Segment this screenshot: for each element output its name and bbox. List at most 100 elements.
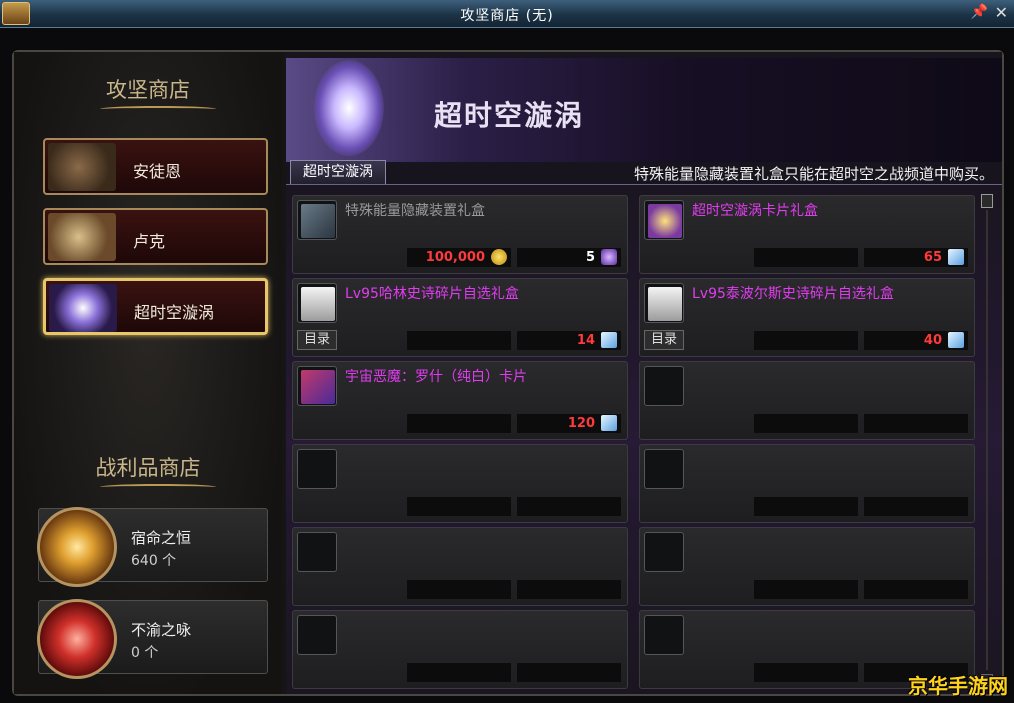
catalog-button[interactable]: 目录	[644, 330, 684, 350]
fragment-icon	[948, 249, 964, 265]
shop-item[interactable]: 特殊能量隐藏装置礼盒 100,000 5	[292, 195, 628, 274]
item-icon-slot[interactable]	[644, 449, 684, 489]
scroll-up-button[interactable]	[981, 194, 993, 208]
item-icon-slot[interactable]	[644, 366, 684, 406]
price-value: 100,000	[425, 250, 485, 265]
price-slot-2: 14	[517, 331, 621, 350]
price-slot-2: 40	[864, 331, 968, 350]
loot-count: 0 个	[131, 645, 159, 661]
shop-sidebar: 攻坚商店 安徒恩 卢克 超时空漩涡 战利品商店 宿命之恒 640 个 不渝之咏 …	[14, 52, 282, 694]
device-box-icon	[301, 204, 335, 238]
price-slot-1	[407, 331, 511, 350]
shop-button-luke[interactable]: 卢克	[43, 208, 268, 265]
price-value: 40	[923, 333, 942, 348]
item-icon-slot[interactable]	[297, 283, 337, 323]
heading-ornament	[100, 484, 216, 490]
item-icon-slot[interactable]	[644, 283, 684, 323]
price-slot-2	[864, 580, 968, 599]
price-slot-2	[517, 580, 621, 599]
price-slot-1	[407, 663, 511, 682]
close-icon[interactable]: ✕	[995, 3, 1008, 22]
item-icon-slot[interactable]	[644, 532, 684, 572]
price-slot-2	[864, 497, 968, 516]
shop-button-anton[interactable]: 安徒恩	[43, 138, 268, 195]
price-slot-2	[517, 497, 621, 516]
catalog-button[interactable]: 目录	[297, 330, 337, 350]
item-scrollbar[interactable]	[980, 194, 994, 686]
shop-item[interactable]: 宇宙恶魔：罗什（纯白）卡片 120	[292, 361, 628, 440]
site-watermark: 京华手游网	[908, 674, 1008, 698]
price-value: 65	[923, 250, 942, 265]
shop-main: 超时空漩涡 超时空漩涡 特殊能量隐藏装置礼盒只能在超时空之战频道中购买。 特殊能…	[286, 52, 1002, 694]
item-icon-slot[interactable]	[297, 366, 337, 406]
shop-item[interactable]	[639, 527, 975, 606]
price-value: 5	[585, 250, 595, 265]
shop-item[interactable]	[292, 444, 628, 523]
shop-button-label: 超时空漩涡	[134, 303, 215, 322]
fragment-icon	[948, 332, 964, 348]
anton-portrait-icon	[48, 143, 116, 191]
price-slot-1	[407, 414, 511, 433]
price-slot-2	[517, 663, 621, 682]
purchase-notice: 特殊能量隐藏装置礼盒只能在超时空之战频道中购买。	[633, 165, 994, 183]
vortex-glow-icon	[314, 60, 384, 156]
shop-item[interactable]: 目录 Lv95哈林史诗碎片自选礼盒 14	[292, 278, 628, 357]
price-slot-1	[407, 580, 511, 599]
shop-item[interactable]: 目录 Lv95泰波尔斯史诗碎片自选礼盒 40	[639, 278, 975, 357]
shop-button-time-vortex[interactable]: 超时空漩涡	[43, 278, 268, 335]
fate-medal-icon	[37, 507, 117, 587]
shop-item[interactable]	[292, 610, 628, 689]
price-slot-1	[754, 497, 858, 516]
fragment-icon	[601, 415, 617, 431]
item-name: 超时空漩涡卡片礼盒	[692, 203, 818, 219]
item-icon-slot[interactable]	[644, 615, 684, 655]
shop-button-label: 安徒恩	[133, 162, 182, 181]
shop-button-label: 卢克	[133, 232, 166, 251]
item-icon-slot[interactable]	[297, 200, 337, 240]
luke-portrait-icon	[48, 213, 116, 261]
price-slot-1	[754, 580, 858, 599]
price-slot-1	[754, 414, 858, 433]
loot-button-eternal[interactable]: 不渝之咏 0 个	[37, 599, 268, 679]
heading-ornament	[100, 106, 216, 112]
epic-box-icon	[301, 287, 335, 321]
shop-item[interactable]	[292, 527, 628, 606]
item-name: Lv95泰波尔斯史诗碎片自选礼盒	[692, 286, 894, 302]
eternal-medal-icon	[37, 599, 117, 679]
price-value: 14	[576, 333, 595, 348]
pin-icon[interactable]: 📌	[971, 4, 988, 20]
item-icon-slot[interactable]	[297, 615, 337, 655]
window-titlebar: 攻坚商店 (无) 📌 ✕	[0, 0, 1014, 28]
item-icon-slot[interactable]	[297, 532, 337, 572]
epic-box-icon	[648, 287, 682, 321]
scroll-track[interactable]	[986, 210, 988, 670]
item-name: 特殊能量隐藏装置礼盒	[345, 203, 485, 219]
shop-item[interactable]	[639, 361, 975, 440]
shop-item[interactable]: 超时空漩涡卡片礼盒 65	[639, 195, 975, 274]
tab-time-vortex[interactable]: 超时空漩涡	[290, 160, 386, 184]
loot-shop-heading: 战利品商店	[95, 456, 201, 480]
shop-banner: 超时空漩涡	[286, 58, 1002, 162]
card-box-icon	[648, 204, 682, 238]
price-value: 120	[567, 416, 595, 431]
card-icon	[301, 370, 335, 404]
price-slot-2: 120	[517, 414, 621, 433]
item-name: Lv95哈林史诗碎片自选礼盒	[345, 286, 519, 302]
fragment-icon	[601, 332, 617, 348]
raid-shop-heading: 攻坚商店	[106, 78, 190, 102]
shop-item[interactable]	[639, 444, 975, 523]
item-icon-slot[interactable]	[644, 200, 684, 240]
item-icon-slot[interactable]	[297, 449, 337, 489]
price-slot-1	[754, 248, 858, 267]
banner-title: 超时空漩涡	[434, 99, 585, 132]
loot-button-fate[interactable]: 宿命之恒 640 个	[37, 507, 268, 587]
price-slot-1	[754, 331, 858, 350]
loot-name: 不渝之咏	[131, 621, 192, 639]
price-slot-2	[864, 414, 968, 433]
price-slot-1	[407, 497, 511, 516]
item-name: 宇宙恶魔：罗什（纯白）卡片	[345, 369, 527, 385]
price-slot-1: 100,000	[407, 248, 511, 267]
gold-coin-icon	[491, 249, 507, 265]
loot-count: 640 个	[131, 553, 177, 569]
vortex-portrait-icon	[49, 284, 117, 332]
